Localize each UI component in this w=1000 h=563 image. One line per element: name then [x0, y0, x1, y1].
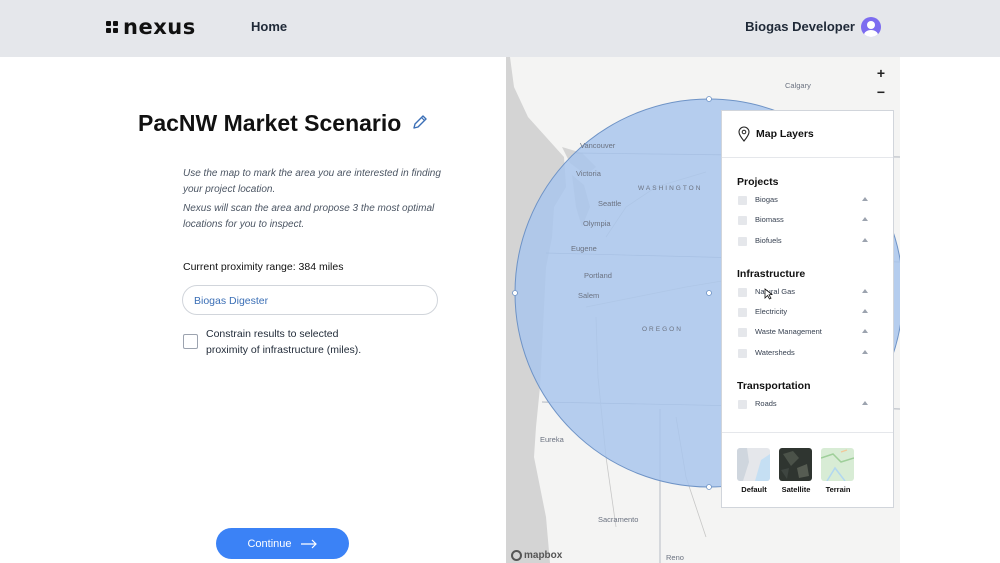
facility-type-select[interactable]: Biogas Digester [182, 285, 438, 315]
mapbox-logo-icon [511, 550, 522, 561]
layer-biogas[interactable]: Biogas [738, 195, 878, 207]
pencil-icon[interactable] [411, 113, 429, 131]
layer-checkbox[interactable] [738, 349, 747, 358]
city-label: Eugene [571, 244, 597, 253]
nexus-logo[interactable]: nexus [106, 15, 196, 39]
layer-roads[interactable]: Roads [738, 399, 878, 411]
map-style-satellite[interactable]: Satellite [779, 448, 813, 494]
section-transportation: Transportation [737, 380, 811, 392]
layer-checkbox[interactable] [738, 196, 747, 205]
layer-checkbox[interactable] [738, 328, 747, 337]
default-style-thumbnail [737, 448, 770, 481]
continue-button[interactable]: Continue [216, 528, 349, 559]
facility-type-value: Biogas Digester [194, 295, 269, 307]
logo-dots-icon [106, 20, 119, 34]
city-label: Olympia [583, 219, 611, 228]
nav-home-link[interactable]: Home [251, 19, 287, 34]
section-infrastructure: Infrastructure [737, 268, 806, 280]
layer-checkbox[interactable] [738, 237, 747, 246]
constrain-label-line-2: proximity of infrastructure (miles). [206, 344, 362, 356]
mouse-cursor-icon [764, 288, 773, 300]
layer-checkbox[interactable] [738, 400, 747, 409]
layer-checkbox[interactable] [738, 308, 747, 317]
caret-up-icon[interactable] [862, 401, 868, 405]
caret-up-icon[interactable] [862, 238, 868, 242]
city-label: Sacramento [598, 515, 639, 524]
layer-waste-management[interactable]: Waste Management [738, 327, 878, 339]
brand-name: nexus [123, 15, 196, 39]
page-title: PacNW Market Scenario [138, 110, 402, 136]
map-style-default[interactable]: Default [737, 448, 771, 494]
layer-watersheds[interactable]: Watersheds [738, 348, 878, 360]
layer-checkbox[interactable] [738, 216, 747, 225]
layer-biofuels[interactable]: Biofuels [738, 236, 878, 248]
caret-up-icon[interactable] [862, 309, 868, 313]
divider [722, 432, 893, 433]
instructions-text-1: Use the map to mark the area you are int… [183, 168, 441, 195]
proximity-range-label: Current proximity range: 384 miles [183, 261, 344, 273]
map-pin-icon [738, 126, 750, 142]
map-layers-panel: Map Layers Projects Biogas Biomass Biofu… [721, 110, 894, 508]
zoom-in-button[interactable]: + [874, 65, 888, 81]
top-bar: nexus Home Biogas Developer [0, 0, 1000, 57]
city-label: Portland [584, 271, 612, 280]
city-label: Calgary [785, 81, 811, 90]
continue-label: Continue [247, 537, 292, 550]
caret-up-icon[interactable] [862, 217, 868, 221]
caret-up-icon[interactable] [862, 329, 868, 333]
layer-biomass[interactable]: Biomass [738, 215, 878, 227]
map-layers-header: Map Layers [722, 111, 893, 158]
caret-up-icon[interactable] [862, 350, 868, 354]
section-projects: Projects [737, 176, 779, 188]
terrain-style-thumbnail [821, 448, 854, 481]
arrow-right-icon [300, 539, 317, 548]
map-style-terrain[interactable]: Terrain [821, 448, 855, 494]
instructions-text-2: Nexus will scan the area and propose 3 t… [183, 203, 435, 230]
scenario-panel: PacNW Market Scenario Use the map to mar… [0, 57, 506, 563]
user-name[interactable]: Biogas Developer [745, 19, 855, 34]
caret-up-icon[interactable] [862, 197, 868, 201]
city-label: Seattle [598, 199, 622, 208]
map-layers-title: Map Layers [756, 128, 814, 140]
region-label: WASHINGTON [638, 185, 703, 192]
mapbox-attribution[interactable]: mapbox [511, 550, 562, 561]
satellite-style-thumbnail [779, 448, 812, 481]
city-label: Vancouver [580, 141, 616, 150]
city-label: Salem [578, 291, 600, 300]
city-label: Reno [666, 553, 684, 562]
region-label: OREGON [642, 326, 683, 333]
zoom-out-button[interactable]: − [874, 84, 888, 100]
layer-checkbox[interactable] [738, 288, 747, 297]
caret-up-icon[interactable] [862, 289, 868, 293]
avatar[interactable] [861, 17, 881, 37]
layer-electricity[interactable]: Electricity [738, 307, 878, 319]
city-label: Victoria [576, 169, 601, 178]
city-label: Eureka [540, 435, 564, 444]
layer-natural-gas[interactable]: Natural Gas [738, 287, 878, 299]
constrain-checkbox[interactable] [183, 334, 198, 349]
constrain-label-line-1: Constrain results to selected [206, 328, 339, 340]
